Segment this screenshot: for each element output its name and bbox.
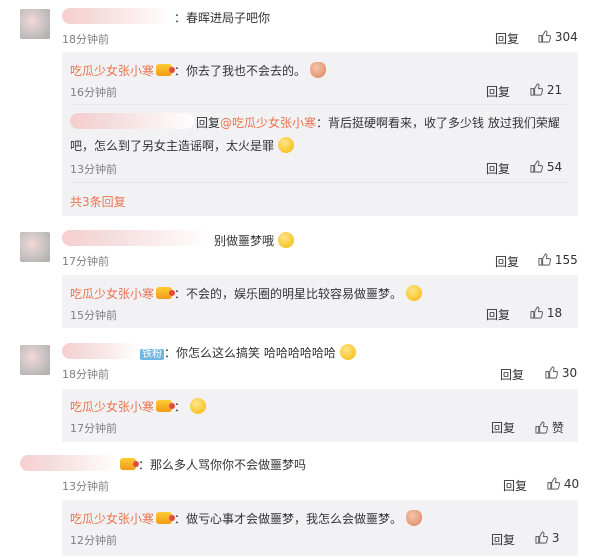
vip-badge-icon [156, 287, 176, 299]
emoji-laugh-icon [339, 344, 356, 360]
like-count: 21 [546, 83, 563, 97]
username-blurred[interactable] [20, 455, 120, 471]
emoji-kiss-icon [405, 285, 422, 301]
reply-button[interactable]: 回复 [491, 531, 515, 548]
reply-time: 16分钟前 [70, 86, 117, 99]
comment-text-content: ：你怎么这么搞笑 哈哈哈哈哈哈 [164, 346, 336, 360]
emoji-hand-icon [405, 510, 422, 526]
thumb-up-icon [530, 160, 543, 173]
like-button[interactable]: 155 [538, 253, 578, 267]
reply-text: ：你去了我也不会去的。 [174, 64, 307, 78]
reply-text: ： [174, 400, 187, 414]
like-button[interactable]: 40 [547, 477, 579, 491]
reply-button[interactable]: 回复 [486, 160, 510, 177]
reply-time: 15分钟前 [70, 309, 117, 322]
like-count: 304 [554, 30, 578, 44]
reply-button[interactable]: 回复 [503, 477, 527, 494]
like-button[interactable]: 3 [535, 531, 559, 545]
fan-badge: 铁粉 [140, 349, 164, 360]
reply-line1: 回复@吃瓜少女张小寒：背后挺硬啊看来，收了多少钱 放过我们荣耀 [196, 114, 560, 131]
vip-badge-icon [156, 512, 176, 524]
thumb-up-icon [535, 531, 548, 544]
avatar[interactable] [20, 9, 50, 39]
divider [70, 182, 570, 183]
username-blurred[interactable] [62, 8, 174, 24]
vip-badge-icon [156, 64, 176, 76]
vip-badge-icon [156, 400, 176, 412]
reply-text-cont: 吧，怎么到了另女主造谣啊，太火是罪 [70, 139, 275, 153]
thumb-up-icon [547, 477, 560, 490]
comment-text: 别做噩梦哦 [214, 232, 294, 249]
like-count: 155 [554, 253, 578, 267]
reply-button[interactable]: 回复 [486, 83, 510, 100]
comment-text-content: 别做噩梦哦 [214, 234, 275, 248]
like-label: 赞 [551, 421, 564, 435]
comment-time: 17分钟前 [62, 255, 109, 268]
reply-time: 12分钟前 [70, 534, 117, 547]
reply-username[interactable]: 吃瓜少女张小寒 [70, 512, 154, 526]
more-replies-link[interactable]: 共3条回复 [70, 193, 126, 210]
like-button[interactable]: 304 [538, 30, 578, 44]
reply-button[interactable]: 回复 [500, 366, 524, 383]
reply-time: 17分钟前 [70, 422, 117, 435]
like-button[interactable]: 18 [530, 306, 562, 320]
reply-text: ：背后挺硬啊看来，收了多少钱 放过我们荣耀 [316, 116, 560, 130]
reply-button[interactable]: 回复 [495, 30, 519, 47]
reply-prefix: 回复 [196, 116, 221, 130]
like-count: 18 [546, 306, 563, 320]
like-button[interactable]: 21 [530, 83, 562, 97]
username-blurred[interactable] [62, 343, 140, 359]
reply-text: ：不会的，娱乐圈的明星比较容易做噩梦。 [174, 287, 403, 301]
thumb-up-icon [538, 253, 551, 266]
comment-text-content: ：那么多人骂你你不会做噩梦吗 [138, 458, 307, 472]
thumb-up-icon [535, 421, 548, 434]
avatar[interactable] [20, 345, 50, 375]
comment-text: ：春晖进局子吧你 [174, 11, 271, 25]
username-blurred[interactable] [62, 230, 210, 246]
like-count: 40 [563, 477, 580, 491]
comment-time: 13分钟前 [62, 480, 109, 493]
reply-item: 吃瓜少女张小寒 ： [70, 398, 206, 415]
reply-text: ：做亏心事才会做噩梦，我怎么会做噩梦。 [174, 512, 403, 526]
like-button[interactable]: 赞 [535, 419, 564, 436]
emoji-hand-icon [309, 62, 326, 78]
reply-username[interactable]: 吃瓜少女张小寒 [70, 287, 154, 301]
divider [70, 104, 570, 105]
reply-item: 吃瓜少女张小寒 ：做亏心事才会做噩梦，我怎么会做噩梦。 [70, 510, 422, 527]
reply-button[interactable]: 回复 [491, 419, 515, 436]
mention-link[interactable]: @吃瓜少女张小寒 [220, 116, 316, 130]
like-count: 3 [551, 531, 560, 545]
like-button[interactable]: 54 [530, 160, 562, 174]
reply-time: 13分钟前 [70, 163, 117, 176]
like-button[interactable]: 30 [545, 366, 577, 380]
reply-username[interactable]: 吃瓜少女张小寒 [70, 400, 154, 414]
thumb-up-icon [545, 366, 558, 379]
reply-item: 吃瓜少女张小寒 ：不会的，娱乐圈的明星比较容易做噩梦。 [70, 285, 422, 302]
reply-button[interactable]: 回复 [495, 253, 519, 270]
like-count: 30 [561, 366, 578, 380]
thumb-up-icon [538, 30, 551, 43]
comment-text: 铁粉 ：你怎么这么搞笑 哈哈哈哈哈哈 [140, 344, 356, 361]
thumb-up-icon [530, 306, 543, 319]
reply-username-blurred[interactable] [70, 113, 194, 129]
emoji-kiss-icon [277, 232, 294, 248]
reply-button[interactable]: 回复 [486, 306, 510, 323]
thumb-up-icon [530, 83, 543, 96]
comment-time: 18分钟前 [62, 368, 109, 381]
reply-line2: 吧，怎么到了另女主造谣啊，太火是罪 [70, 137, 294, 154]
reply-username[interactable]: 吃瓜少女张小寒 [70, 64, 154, 78]
like-count: 54 [546, 160, 563, 174]
comment-text: ：那么多人骂你你不会做噩梦吗 [118, 456, 306, 473]
reply-item: 吃瓜少女张小寒 ：你去了我也不会去的。 [70, 62, 326, 79]
emoji-wink-icon [189, 398, 206, 414]
comment-time: 18分钟前 [62, 33, 109, 46]
vip-badge-icon [120, 458, 139, 470]
emoji-crying-icon [277, 137, 294, 153]
avatar[interactable] [20, 232, 50, 262]
